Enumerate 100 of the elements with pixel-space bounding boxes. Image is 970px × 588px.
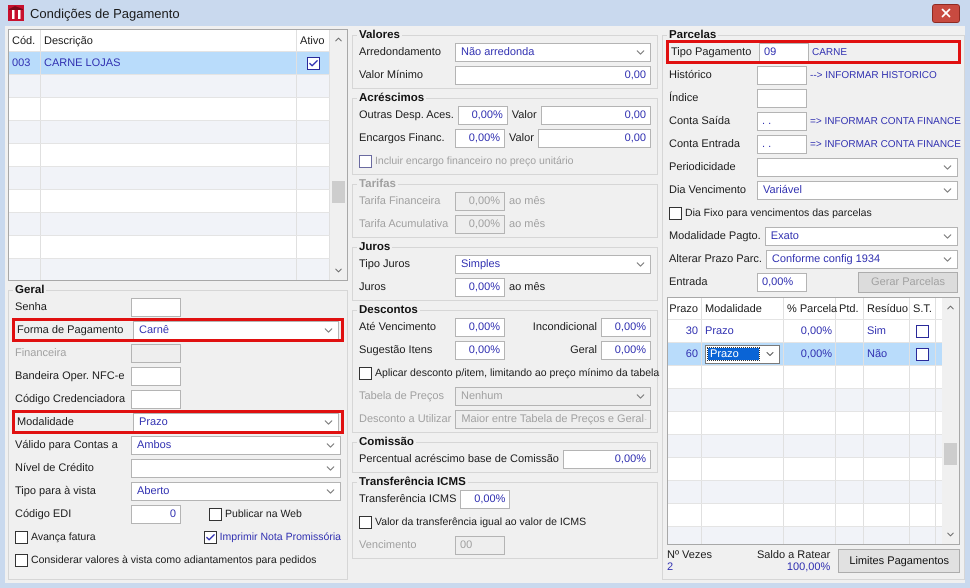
checkbox[interactable] [204, 530, 217, 544]
section-title: Tarifas [358, 178, 397, 190]
dropdown[interactable]: Exato [764, 226, 958, 246]
dropdown[interactable]: Não arredonda [455, 42, 651, 62]
checkbox-label[interactable]: Avança fatura [31, 531, 96, 543]
field-label: Valor Mínimo [359, 69, 424, 81]
table-cell: Sim [864, 320, 910, 342]
input-field[interactable]: 0,00% [455, 318, 505, 336]
field-label: Forma de Pagamento [17, 324, 124, 336]
table-cell: 60 [668, 343, 702, 365]
cell-dropdown[interactable]: Prazo [705, 344, 780, 364]
field-label: Tabela de Preços [359, 390, 445, 402]
input-field[interactable]: 0,00% [562, 450, 651, 468]
input-field[interactable]: 0,00% [455, 278, 505, 296]
field-label: Histórico [669, 69, 713, 81]
close-button[interactable] [932, 4, 960, 22]
section-title: Comissão [358, 436, 415, 448]
input-field[interactable] [131, 298, 181, 316]
column-header[interactable]: % Parcela [784, 298, 836, 319]
column-header[interactable]: Resíduo [864, 298, 910, 319]
unit-text: ao mês [509, 281, 546, 293]
table-row[interactable]: 30 Prazo 0,00% Sim [668, 320, 942, 343]
checkbox[interactable] [916, 324, 929, 338]
scrollbar[interactable] [330, 30, 347, 280]
field-label: Arredondamento [359, 46, 442, 58]
checkbox[interactable] [916, 348, 929, 360]
checkbox-label[interactable]: Considerar valores à vista como adiantamentos para pedidos [31, 554, 316, 566]
checkbox-label[interactable]: Valor da transferência igual ao valor de ICMS [375, 516, 586, 528]
input-field[interactable]: 0,00 [455, 66, 651, 84]
limits-button[interactable]: Limites Pagamentos [838, 549, 960, 573]
field-label: Percentual acréscimo base de Comissão [359, 453, 559, 465]
input-field[interactable]: 0,00% [455, 340, 505, 360]
input-field[interactable]: 0,00% [601, 340, 651, 360]
input-field[interactable] [131, 366, 181, 386]
input-field[interactable]: . . [757, 112, 807, 130]
section-title: Transferência ICMS [358, 476, 467, 488]
checkbox[interactable] [359, 516, 372, 528]
input-field[interactable]: 0,00 [540, 106, 651, 124]
scroll-thumb[interactable] [332, 181, 345, 204]
checkbox[interactable] [15, 530, 28, 544]
checkbox[interactable] [306, 56, 320, 70]
checkbox-label[interactable]: Dia Fixo para vencimentos das parcelas [685, 207, 872, 219]
input-field[interactable] [131, 344, 181, 362]
column-header[interactable]: Prazo [668, 298, 702, 319]
window-title: Condições de Pagamento [30, 6, 181, 20]
section-title: Juros [358, 241, 392, 253]
table-cell: Não [864, 343, 910, 365]
input-field[interactable]: 0,00% [455, 128, 505, 148]
input-field[interactable]: 09 [759, 42, 809, 62]
column-header[interactable]: Descrição [41, 30, 297, 51]
column-header[interactable]: Cód. [9, 30, 41, 51]
hint-text: CARNE [812, 46, 848, 58]
checkbox[interactable] [359, 366, 372, 380]
checkbox[interactable] [669, 206, 682, 220]
dropdown[interactable]: Simples [455, 254, 651, 274]
app-logo-icon [8, 5, 24, 21]
list-row[interactable]: 003 CARNE LOJAS [9, 52, 330, 75]
input-field[interactable] [131, 390, 181, 408]
dropdown[interactable]: Prazo [133, 412, 339, 432]
column-header[interactable]: Ptd. [836, 298, 864, 319]
checkbox[interactable] [209, 508, 222, 520]
checkbox-label[interactable]: Imprimir Nota Promissória [220, 531, 341, 543]
scroll-thumb[interactable] [944, 442, 957, 465]
input-field[interactable] [757, 66, 807, 84]
field-label: Encargos Financ. [359, 132, 446, 144]
field-label: Vencimento [359, 539, 418, 551]
count-value: 2 [667, 561, 674, 573]
field-label: Conta Entrada [669, 138, 741, 150]
checkbox-label[interactable]: Publicar na Web [225, 508, 302, 520]
field-label: Código Credenciadora [15, 393, 126, 405]
checkbox-label[interactable]: Aplicar desconto p/item, limitando ao preço mínimo da tabela [375, 367, 660, 379]
column-header[interactable]: Modalidade [702, 298, 784, 319]
table-cell: 0,00% [784, 343, 836, 365]
field-label: Juros [359, 281, 387, 293]
hint-text: => INFORMAR CONTA FINANCE [810, 116, 961, 126]
field-label: Até Vencimento [359, 321, 438, 333]
input-field[interactable]: . . [757, 134, 807, 154]
field-label: Sugestão Itens [359, 344, 434, 356]
input-field[interactable]: 0,00% [757, 272, 807, 292]
field-label: Outras Desp. Aces. [359, 109, 454, 121]
input-field[interactable]: 0,00% [460, 490, 510, 508]
field-label: Tipo para à vista [15, 485, 97, 497]
field-label: Alterar Prazo Parc. [669, 253, 762, 265]
input-field[interactable] [757, 88, 807, 108]
dropdown[interactable]: Carnê [133, 320, 339, 340]
dropdown[interactable]: Variável [757, 180, 958, 200]
dropdown[interactable]: Aberto [131, 482, 341, 500]
input-field[interactable]: 0 [131, 504, 181, 524]
input-field[interactable]: 0,00% [601, 318, 651, 336]
input-field[interactable]: 0,00 [538, 128, 651, 148]
dropdown[interactable]: Conforme config 1934 [766, 250, 958, 268]
table-row[interactable]: 60 Prazo 0,00% Não [668, 343, 942, 366]
field-label: Tarifa Acumulativa [359, 218, 450, 230]
input-field[interactable]: 0,00% [458, 106, 508, 124]
dropdown[interactable]: Ambos [131, 436, 341, 454]
scrollbar[interactable] [942, 298, 959, 544]
column-header[interactable]: S.T. [910, 298, 936, 319]
field-label: Conta Saída [669, 115, 732, 127]
field-label: Senha [15, 301, 48, 313]
checkbox[interactable] [15, 554, 28, 566]
